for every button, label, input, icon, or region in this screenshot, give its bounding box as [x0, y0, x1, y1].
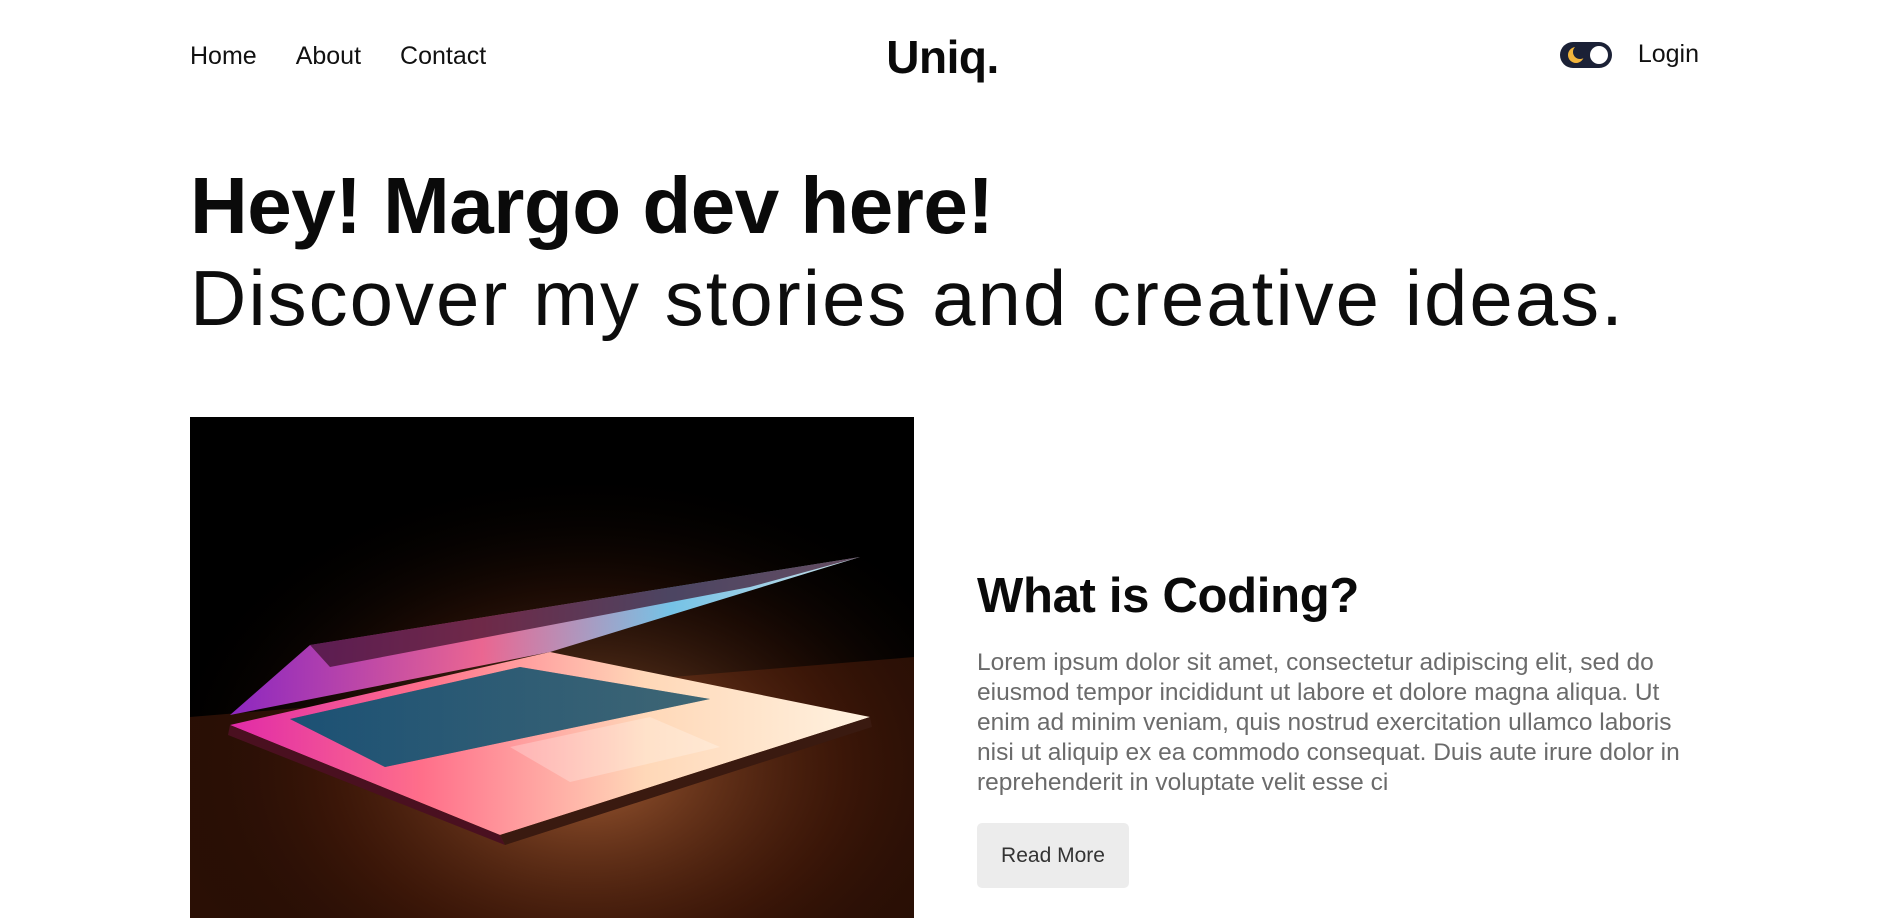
featured-post-image[interactable] — [190, 417, 914, 918]
hero-subtitle: Discover my stories and creative ideas. — [190, 254, 1625, 342]
header-actions: Login — [1559, 40, 1699, 69]
nav-link-contact[interactable]: Contact — [400, 42, 486, 71]
nav-link-home[interactable]: Home — [190, 42, 257, 71]
theme-toggle[interactable] — [1559, 41, 1612, 68]
read-more-button[interactable]: Read More — [977, 823, 1129, 888]
main-nav: Home About Contact — [190, 42, 486, 71]
site-header: Home About Contact Uniq. Login — [0, 0, 1885, 118]
featured-post-body: What is Coding? Lorem ipsum dolor sit am… — [977, 566, 1707, 888]
post-excerpt: Lorem ipsum dolor sit amet, consectetur … — [977, 649, 1680, 796]
nav-link-about[interactable]: About — [296, 42, 361, 71]
moon-icon — [1567, 45, 1585, 63]
page: Home About Contact Uniq. Login Hey! Marg… — [0, 0, 1885, 918]
laptop-photo — [190, 417, 914, 918]
toggle-knob — [1589, 45, 1608, 64]
login-link[interactable]: Login — [1638, 40, 1699, 69]
site-logo[interactable]: Uniq. — [886, 31, 999, 83]
hero-title: Hey! Margo dev here! — [190, 161, 994, 250]
post-title[interactable]: What is Coding? — [977, 566, 1707, 626]
